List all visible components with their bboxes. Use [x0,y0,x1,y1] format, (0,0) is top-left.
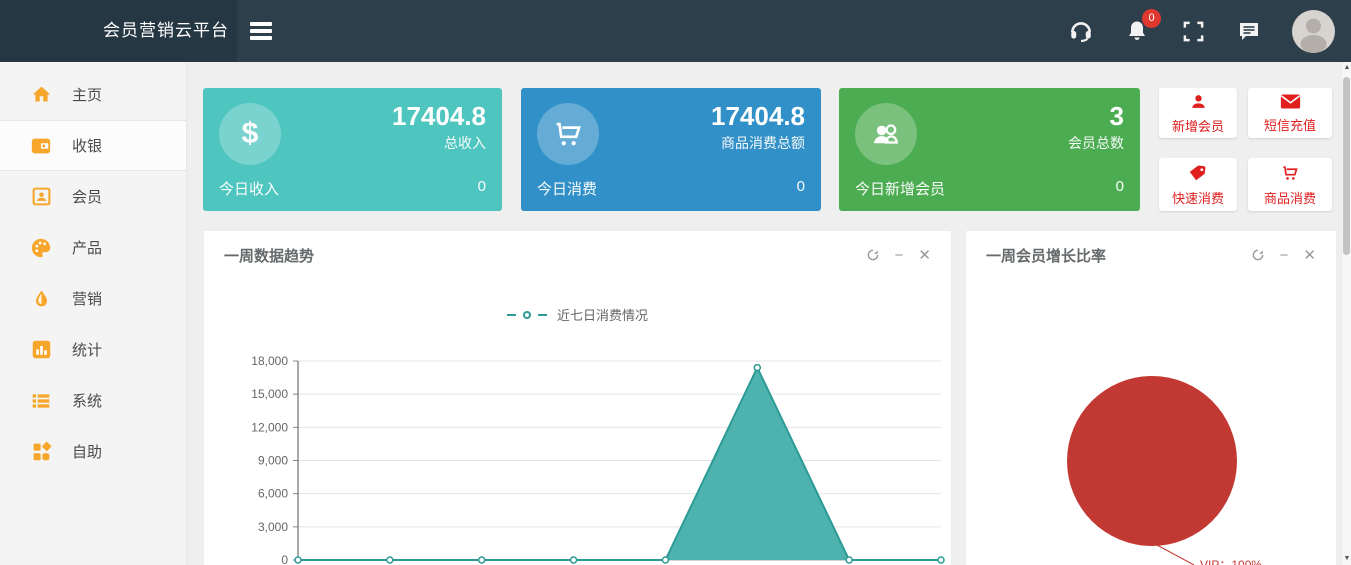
home-icon [30,84,52,106]
sidebar-item-label: 产品 [72,237,102,258]
quick-action-label: 短信充值 [1264,115,1316,134]
add-member-button[interactable]: 新增会员 [1159,88,1237,138]
notification-badge: 0 [1142,9,1161,28]
growth-panel-title: 一周会员增长比率 [986,245,1106,266]
close-icon[interactable]: ✕ [1303,248,1316,263]
svg-text:0: 0 [281,553,288,565]
stat-value: 3 [1068,101,1124,131]
quick-consume-icon [1188,163,1208,183]
sidebar-item-products[interactable]: 产品 [0,222,186,273]
droplet-icon [30,288,52,310]
refresh-icon[interactable] [866,248,880,262]
sidebar-item-label: 主页 [72,84,102,105]
scroll-up-icon[interactable]: ▲ [1342,62,1351,74]
trend-panel: 一周数据趋势 − ✕ 近七日消费情况 03,0006,0009,00012,00… [203,230,952,565]
stat-subtitle: 商品消费总额 [711,133,805,153]
sidebar-item-system[interactable]: 系统 [0,375,186,426]
minimize-icon[interactable]: − [895,248,904,263]
app-window: 会员营销云平台 0 [0,0,1351,565]
minimize-icon[interactable]: − [1280,248,1289,263]
sidebar-item-label: 收银 [72,135,102,156]
vertical-scrollbar[interactable]: ▲ ▼ [1341,62,1351,565]
quick-action-label: 商品消费 [1264,188,1316,207]
stat-footer-label: 今日消费 [537,178,597,199]
menu-toggle-icon[interactable] [250,19,276,43]
cart-icon [537,103,599,165]
sidebar-item-label: 会员 [72,186,102,207]
svg-text:9,000: 9,000 [258,454,288,468]
sidebar-item-statistics[interactable]: 统计 [0,324,186,375]
scroll-down-icon[interactable]: ▼ [1342,553,1351,565]
palette-icon [30,237,52,259]
svg-text:3,000: 3,000 [258,520,288,534]
sms-recharge-icon [1280,93,1301,110]
stat-card-members: 3 会员总数 今日新增会员 0 [839,88,1140,211]
trend-panel-title: 一周数据趋势 [224,245,314,266]
fullscreen-icon[interactable] [1180,18,1206,44]
message-icon[interactable] [1236,18,1262,44]
wallet-icon [30,135,52,157]
close-icon[interactable]: ✕ [918,248,931,263]
bar-chart-icon [30,339,52,361]
stat-footer-value: 0 [797,178,805,199]
grid-shapes-icon [30,441,52,463]
stat-value: 17404.8 [711,101,805,131]
sidebar-item-selfservice[interactable]: 自助 [0,426,186,477]
stat-card-income: $ 17404.8 总收入 今日收入 0 [203,88,502,211]
sidebar: 主页 收银 会员 [0,62,187,565]
stat-footer-label: 今日收入 [219,178,279,199]
svg-text:15,000: 15,000 [251,387,288,401]
avatar[interactable] [1292,10,1335,53]
topbar: 会员营销云平台 0 [0,0,1351,62]
goods-consume-button[interactable]: 商品消费 [1248,158,1332,211]
stat-value: 17404.8 [392,101,486,131]
users-icon [855,103,917,165]
trend-chart: 0 3,000 6,000 9,000 12,000 15,000 18,000 [204,279,953,565]
add-member-icon [1189,92,1208,111]
sidebar-item-members[interactable]: 会员 [0,171,186,222]
sidebar-item-label: 自助 [72,441,102,462]
dollar-icon: $ [219,103,281,165]
headset-icon[interactable] [1068,18,1094,44]
sidebar-item-cashier[interactable]: 收银 [0,120,186,171]
quick-consume-button[interactable]: 快速消费 [1159,158,1237,211]
sms-recharge-button[interactable]: 短信充值 [1248,88,1332,138]
growth-pie-chart: VIP：100% [966,279,1338,565]
refresh-icon[interactable] [1251,248,1265,262]
svg-text:18,000: 18,000 [251,354,288,368]
bell-icon[interactable]: 0 [1124,18,1150,44]
app-title: 会员营销云平台 [0,0,237,62]
quick-action-label: 快速消费 [1172,188,1224,207]
svg-text:6,000: 6,000 [258,487,288,501]
growth-panel: 一周会员增长比率 − ✕ VIP：100% [965,230,1337,565]
quick-action-label: 新增会员 [1172,116,1224,135]
stat-card-consumption: 17404.8 商品消费总额 今日消费 0 [521,88,821,211]
sidebar-item-label: 统计 [72,339,102,360]
stat-footer-label: 今日新增会员 [855,178,945,199]
sidebar-item-label: 营销 [72,288,102,309]
svg-text:12,000: 12,000 [251,420,288,434]
member-card-icon [30,186,52,208]
svg-text:VIP：100%: VIP：100% [1200,558,1262,565]
sidebar-item-home[interactable]: 主页 [0,69,186,120]
goods-consume-icon [1280,163,1300,183]
stat-footer-value: 0 [1116,178,1124,199]
stat-subtitle: 会员总数 [1068,133,1124,153]
stat-subtitle: 总收入 [392,133,486,153]
sidebar-item-marketing[interactable]: 营销 [0,273,186,324]
list-icon [30,390,52,412]
sidebar-item-label: 系统 [72,390,102,411]
stat-footer-value: 0 [478,178,486,199]
scrollbar-thumb[interactable] [1343,77,1350,255]
